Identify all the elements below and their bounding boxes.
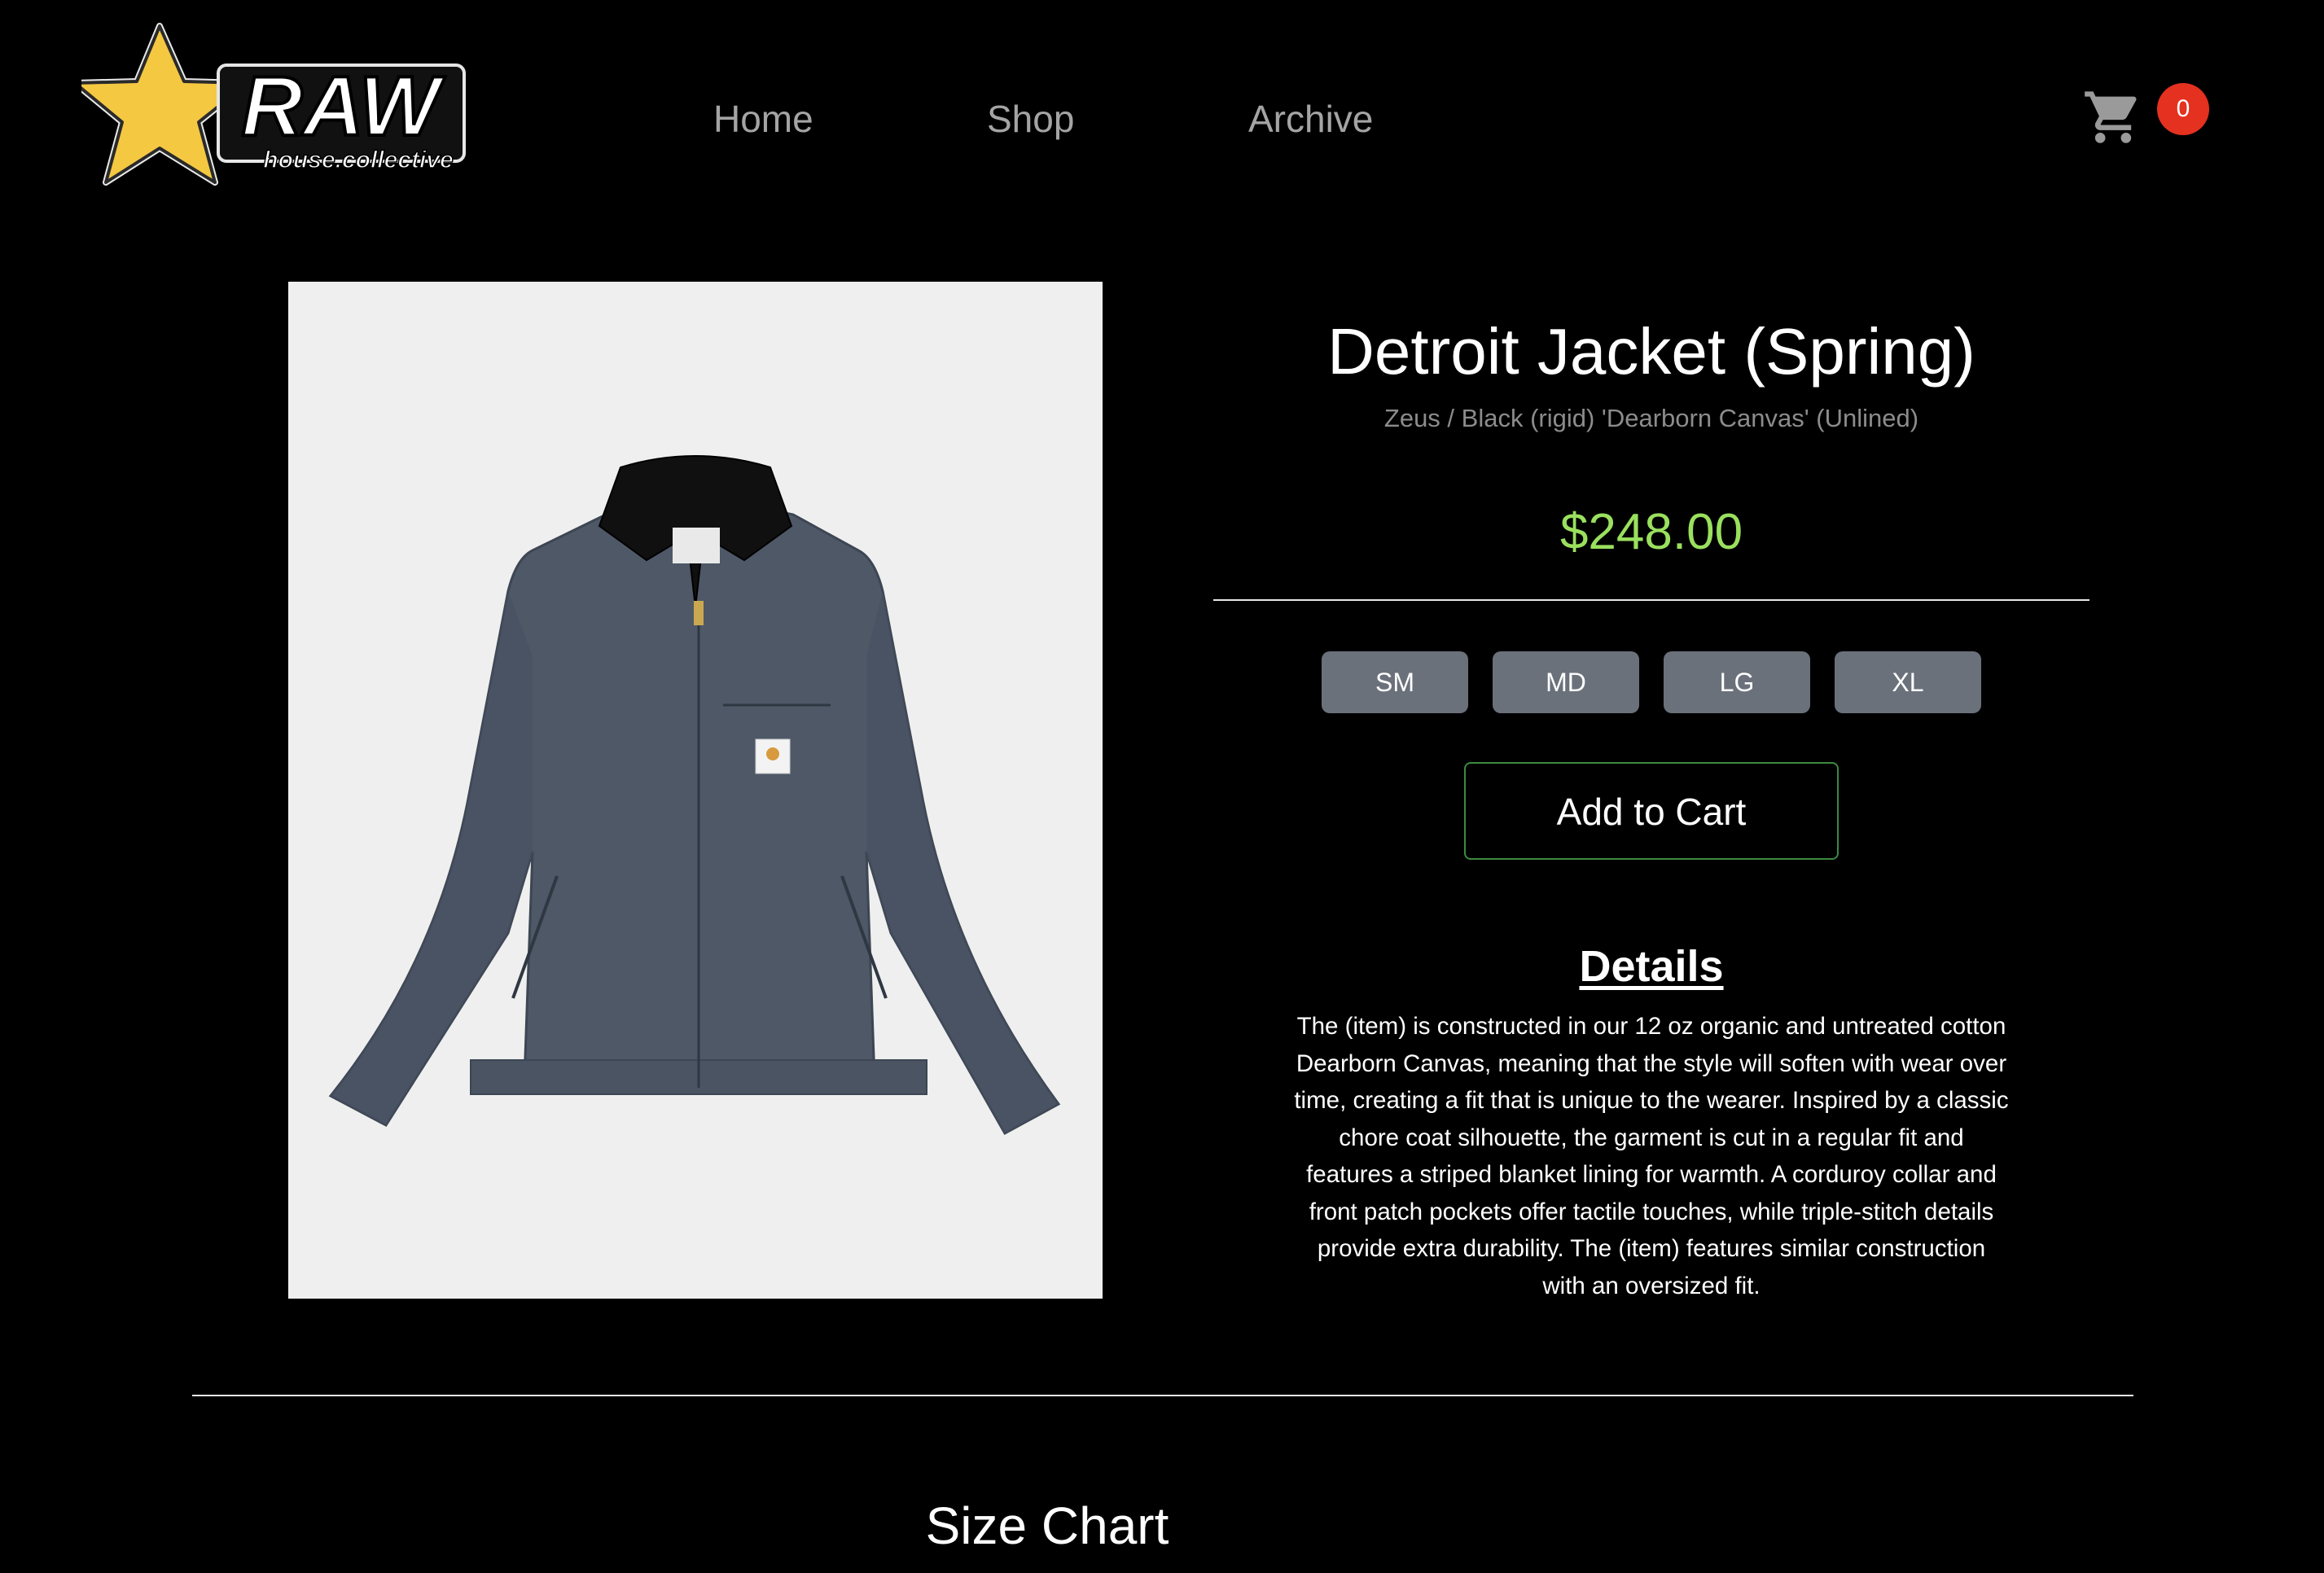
cart-button[interactable]: 0 bbox=[2081, 81, 2211, 155]
shopping-cart-icon bbox=[2085, 91, 2137, 143]
logo-tagline: house.collective bbox=[263, 147, 453, 173]
nav-home[interactable]: Home bbox=[713, 88, 813, 150]
jacket-illustration bbox=[328, 455, 1061, 1136]
details-heading: Details bbox=[1579, 942, 1724, 991]
add-to-cart-button[interactable]: Add to Cart bbox=[1464, 762, 1839, 860]
size-selector: SM MD LG XL bbox=[1322, 651, 1981, 713]
product-page: RAW house.collective Home Shop Archive 0 bbox=[0, 0, 2324, 1573]
product-subtitle: Zeus / Black (rigid) 'Dearborn Canvas' (… bbox=[1383, 404, 1919, 432]
product-image bbox=[288, 282, 1103, 1299]
size-option-lg[interactable]: LG bbox=[1664, 651, 1810, 713]
section-divider bbox=[192, 1395, 2133, 1396]
product-title: Detroit Jacket (Spring) bbox=[1327, 315, 1975, 388]
size-chart-title: Size Chart bbox=[925, 1496, 1169, 1555]
nav-shop[interactable]: Shop bbox=[987, 88, 1074, 150]
logo-wordmark: RAW bbox=[242, 59, 445, 154]
product-price: $248.00 bbox=[1559, 504, 1743, 560]
brand-logo[interactable]: RAW house.collective bbox=[81, 13, 472, 200]
star-logo-icon: RAW house.collective bbox=[81, 23, 466, 186]
size-chart-heading: Size Chart bbox=[0, 1493, 2324, 1558]
size-option-xl[interactable]: XL bbox=[1835, 651, 1981, 713]
nav-archive[interactable]: Archive bbox=[1248, 88, 1373, 150]
cart-count-badge: 0 bbox=[2157, 83, 2209, 135]
details-text: The (item) is constructed in our 12 oz o… bbox=[1294, 1013, 2009, 1299]
size-option-sm[interactable]: SM bbox=[1322, 651, 1468, 713]
size-option-md[interactable]: MD bbox=[1493, 651, 1639, 713]
divider bbox=[1213, 599, 2089, 601]
